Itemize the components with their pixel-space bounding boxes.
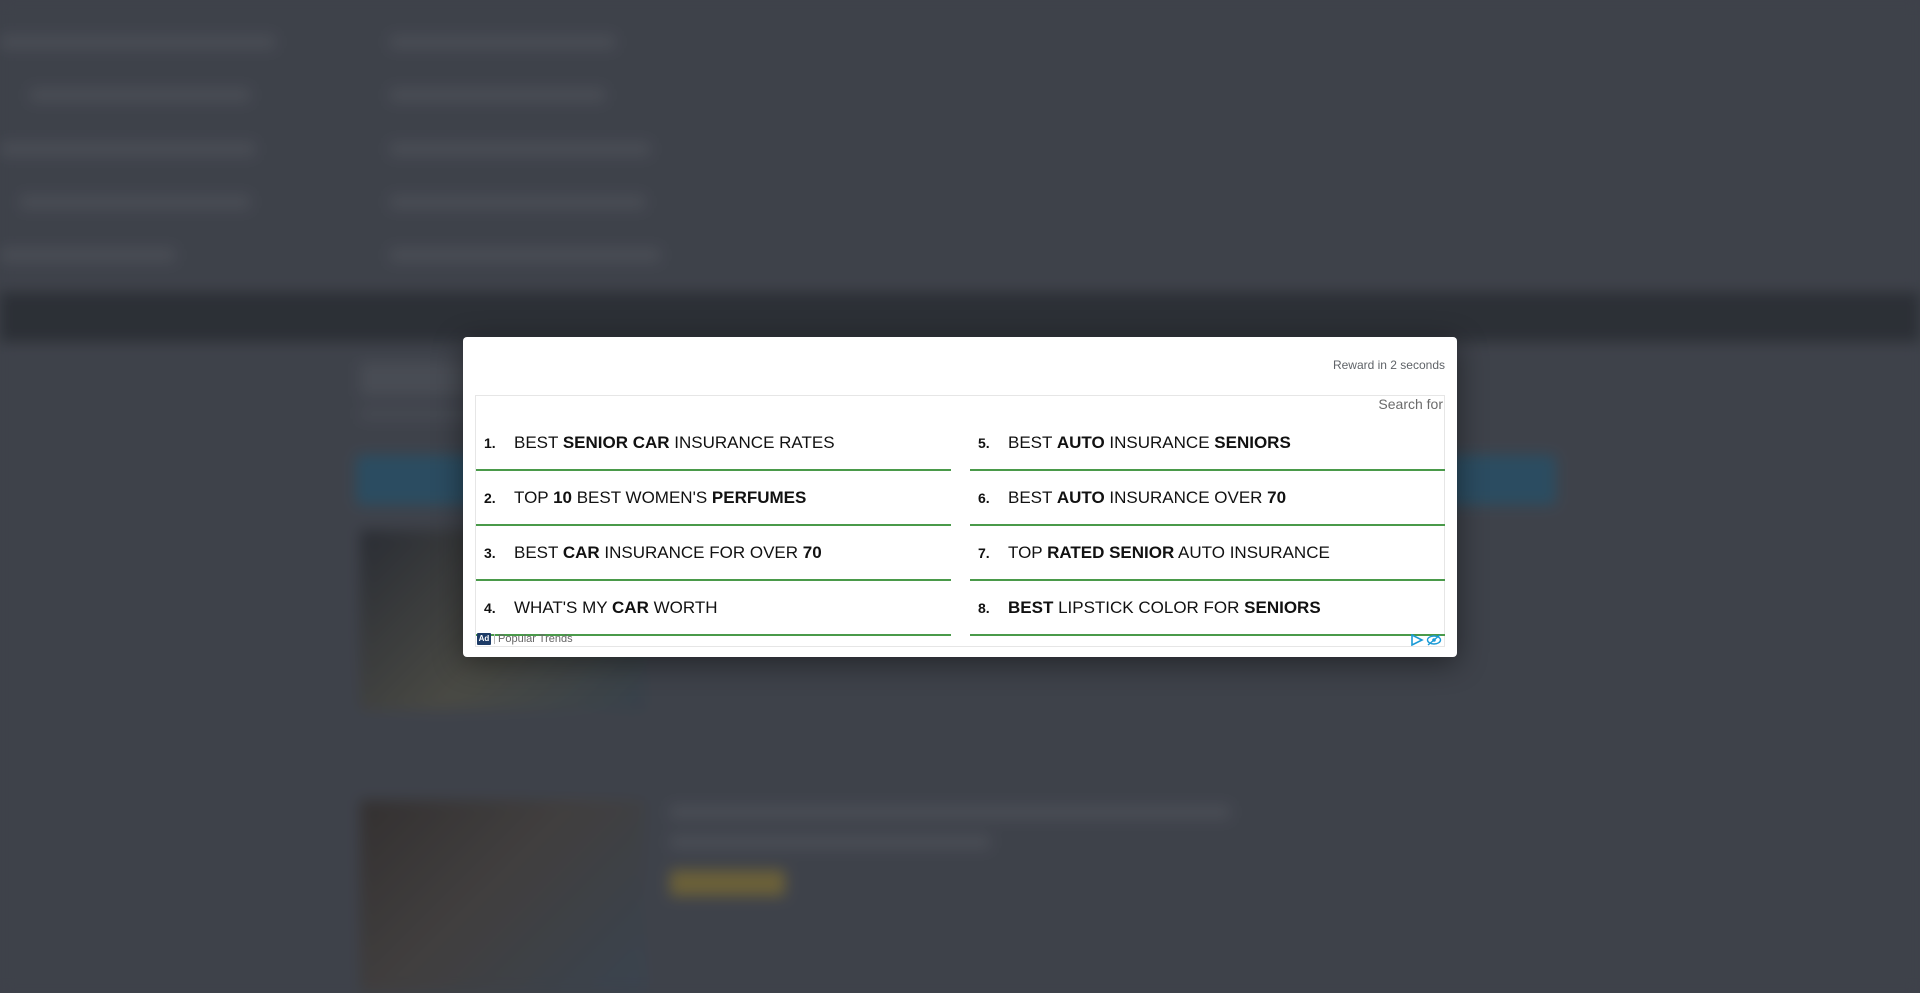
item-number: 5.	[978, 434, 990, 451]
keyword-text: BEST	[514, 542, 563, 562]
search-suggestion[interactable]: 7. TOP RATED SENIOR AUTO INSURANCE	[970, 526, 1445, 581]
item-number: 3.	[484, 544, 496, 561]
ad-footer: Ad Popular Trends	[476, 632, 1444, 646]
keyword-text: TOP	[1008, 542, 1048, 562]
keyword-text: BEST WOMEN'S	[571, 487, 712, 507]
keyword-bold: CAR	[612, 597, 649, 617]
search-suggestion[interactable]: 3. BEST CAR INSURANCE FOR OVER 70	[476, 526, 951, 581]
keyword-bold: PERFUMES	[711, 487, 807, 507]
search-suggestion[interactable]: 1. BEST SENIOR CAR INSURANCE RATES	[476, 416, 951, 471]
item-number: 1.	[484, 434, 496, 451]
search-suggestion[interactable]: 8. BEST LIPSTICK COLOR FOR SENIORS	[970, 581, 1445, 636]
adchoices-icon[interactable]	[1410, 634, 1424, 646]
keyword-text: BEST	[1008, 432, 1057, 452]
keyword-text: WORTH	[648, 597, 718, 617]
keyword-text: TOP	[514, 487, 554, 507]
item-number: 2.	[484, 489, 496, 506]
reward-countdown: Reward in 2 seconds	[1332, 358, 1445, 372]
keyword-bold: SENIOR CAR	[562, 432, 670, 452]
divider	[494, 634, 495, 644]
suggestion-text: WHAT'S MY CAR WORTH	[514, 598, 941, 618]
keyword-text: WHAT'S MY	[514, 597, 613, 617]
keyword-bold: AUTO	[1056, 432, 1105, 452]
ad-badge: Ad	[477, 633, 491, 645]
item-number: 8.	[978, 599, 990, 616]
keyword-bold: 70	[802, 542, 822, 562]
suggestion-text: BEST CAR INSURANCE FOR OVER 70	[514, 543, 941, 563]
search-suggestion[interactable]: 4. WHAT'S MY CAR WORTH	[476, 581, 951, 636]
keyword-bold: RATED SENIOR	[1047, 542, 1175, 562]
search-suggestion[interactable]: 6. BEST AUTO INSURANCE OVER 70	[970, 471, 1445, 526]
search-suggestion[interactable]: 2. TOP 10 BEST WOMEN'S PERFUMES	[476, 471, 951, 526]
keyword-text: INSURANCE RATES	[669, 432, 835, 452]
keyword-text: BEST	[1008, 487, 1057, 507]
keyword-text: BEST	[514, 432, 563, 452]
search-suggestion[interactable]: 5. BEST AUTO INSURANCE SENIORS	[970, 416, 1445, 471]
keyword-text: AUTO INSURANCE	[1174, 542, 1330, 562]
keyword-bold: CAR	[562, 542, 600, 562]
suggestion-text: TOP 10 BEST WOMEN'S PERFUMES	[514, 488, 941, 508]
search-ad-unit: Search for 1. BEST SENIOR CAR INSURANCE …	[475, 395, 1445, 647]
keyword-bold: SENIORS	[1214, 432, 1291, 452]
item-number: 4.	[484, 599, 496, 616]
rewarded-ad-modal: Reward in 2 seconds Search for 1. BEST S…	[463, 337, 1457, 657]
hide-ad-eye-icon[interactable]	[1426, 634, 1442, 646]
popular-trends-label: Popular Trends	[498, 633, 573, 645]
search-for-label: Search for	[1378, 396, 1443, 412]
keyword-text: INSURANCE OVER	[1104, 487, 1268, 507]
adchoices[interactable]	[1410, 634, 1442, 646]
suggestion-text: TOP RATED SENIOR AUTO INSURANCE	[1008, 543, 1435, 563]
item-number: 6.	[978, 489, 990, 506]
keyword-bold: 10	[553, 487, 572, 507]
ad-column-right: 5. BEST AUTO INSURANCE SENIORS 6. BEST A…	[970, 416, 1445, 636]
keyword-bold: 70	[1267, 487, 1287, 507]
keyword-bold: BEST	[1008, 597, 1054, 617]
suggestion-text: BEST LIPSTICK COLOR FOR SENIORS	[1008, 598, 1435, 618]
suggestion-text: BEST AUTO INSURANCE OVER 70	[1008, 488, 1435, 508]
keyword-text: INSURANCE FOR OVER	[599, 542, 803, 562]
suggestion-text: BEST AUTO INSURANCE SENIORS	[1008, 433, 1435, 453]
keyword-text: INSURANCE	[1104, 432, 1215, 452]
suggestion-text: BEST SENIOR CAR INSURANCE RATES	[514, 433, 941, 453]
keyword-bold: SENIORS	[1244, 597, 1321, 617]
item-number: 7.	[978, 544, 990, 561]
keyword-text: LIPSTICK COLOR FOR	[1053, 597, 1245, 617]
ad-column-left: 1. BEST SENIOR CAR INSURANCE RATES 2. TO…	[476, 416, 951, 636]
keyword-bold: AUTO	[1056, 487, 1105, 507]
